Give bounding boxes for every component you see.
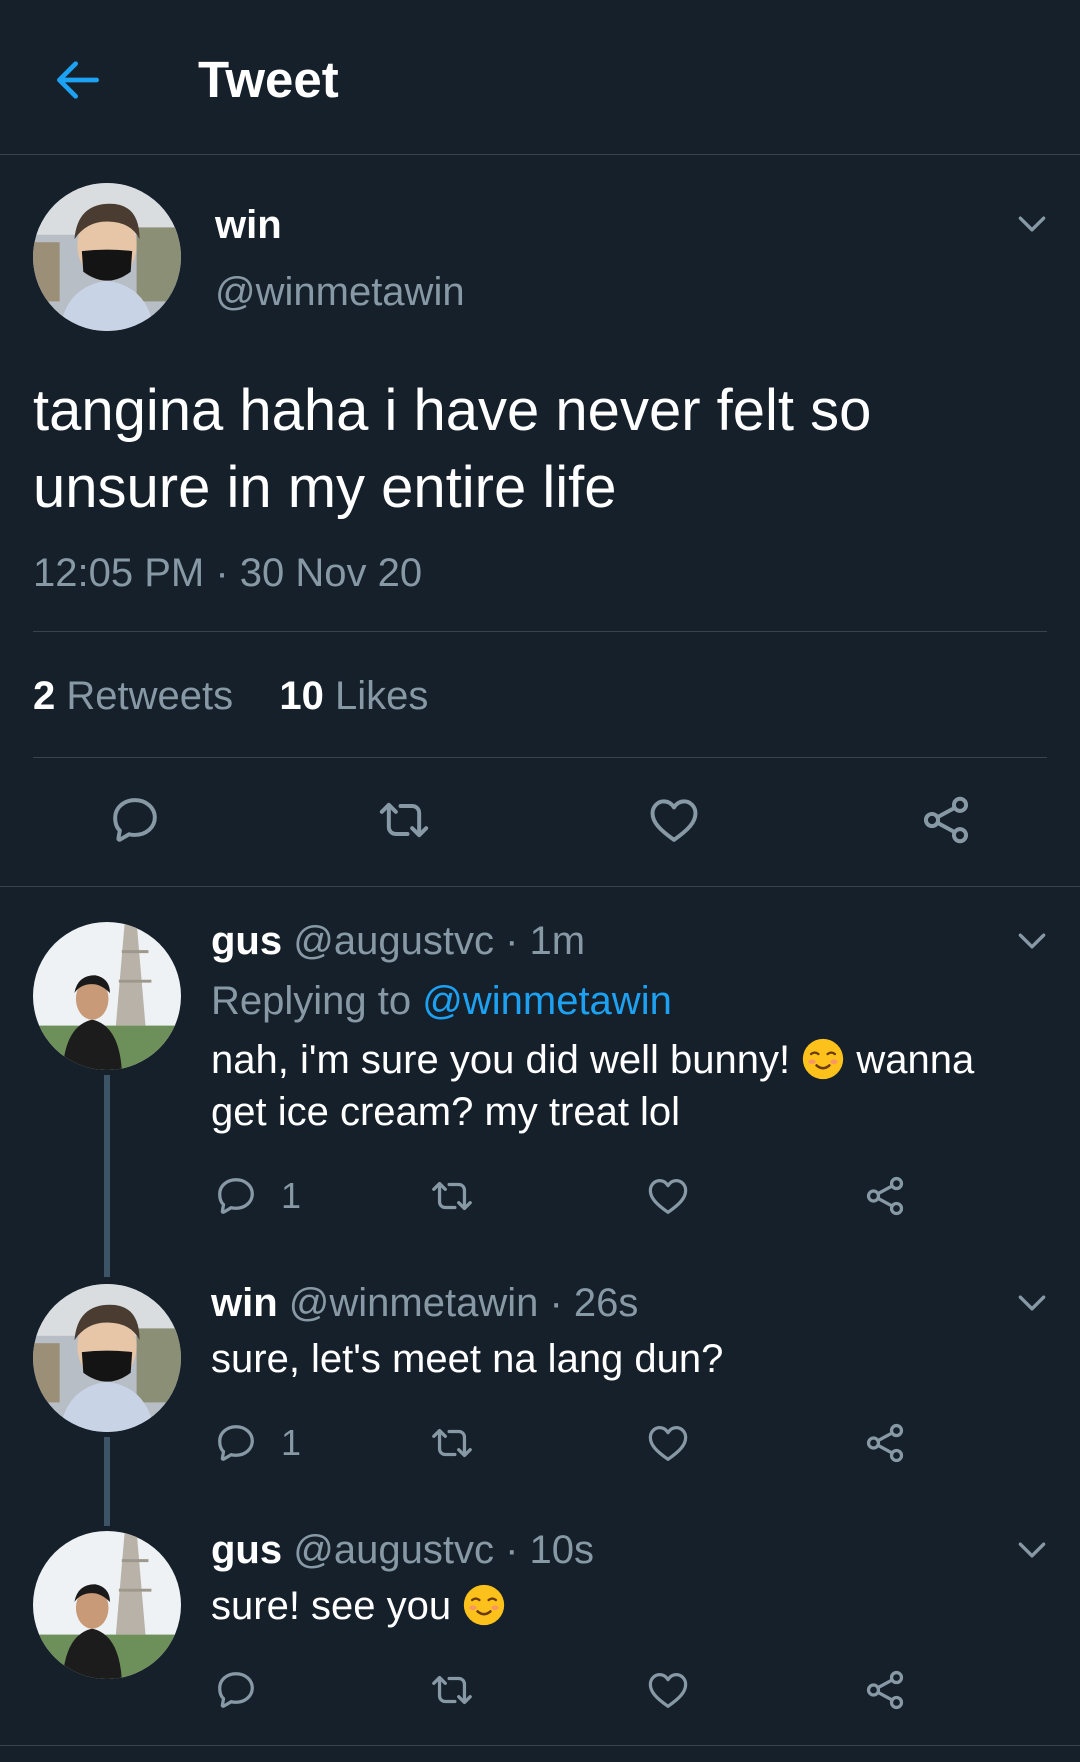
reply-count: 1 xyxy=(281,1175,302,1216)
avatar-image xyxy=(33,1531,181,1679)
back-arrow-icon[interactable] xyxy=(50,52,106,108)
share-icon[interactable] xyxy=(862,1420,908,1466)
reply-header: gus @augustvc · 1m xyxy=(211,916,585,966)
divider xyxy=(0,886,1080,887)
retweet-icon[interactable] xyxy=(429,1420,475,1466)
reply-text-part: nah, i'm sure you did well bunny! xyxy=(211,1038,791,1082)
avatar[interactable] xyxy=(33,1531,181,1679)
tweet-timestamp: 12:05 PM · 30 Nov 20 xyxy=(33,551,423,595)
page-title: Tweet xyxy=(198,51,339,108)
retweets-count[interactable]: 2 xyxy=(33,674,55,718)
reply-time: · 26s xyxy=(549,1281,639,1325)
reply-author-handle[interactable]: @augustvc xyxy=(293,1528,494,1572)
replying-to-line: Replying to @winmetawin xyxy=(211,976,672,1026)
likes-count[interactable]: 10 xyxy=(279,674,324,718)
replying-to-link[interactable]: @winmetawin xyxy=(422,979,672,1023)
divider xyxy=(0,1745,1080,1746)
smiling-face-emoji xyxy=(801,1037,845,1081)
avatar[interactable] xyxy=(33,183,181,331)
chevron-down-icon[interactable] xyxy=(1012,1283,1052,1323)
top-bar: Tweet xyxy=(0,0,1080,155)
retweets-label[interactable]: Retweets xyxy=(66,674,233,718)
reply-icon[interactable] xyxy=(213,1173,259,1219)
like-icon[interactable] xyxy=(645,1173,691,1219)
share-icon[interactable] xyxy=(862,1667,908,1713)
author-name[interactable]: win xyxy=(215,200,282,250)
thread-line xyxy=(104,1437,110,1526)
tweet-text: tangina haha i have never felt so unsure… xyxy=(33,378,872,520)
retweet-icon[interactable] xyxy=(429,1173,475,1219)
reply-author-name[interactable]: gus xyxy=(211,1528,282,1572)
like-icon[interactable] xyxy=(645,1667,691,1713)
author-handle[interactable]: @winmetawin xyxy=(215,267,465,317)
like-icon[interactable] xyxy=(645,1420,691,1466)
reply-text-part: sure! see you xyxy=(211,1584,452,1628)
likes-label[interactable]: Likes xyxy=(335,674,428,718)
retweet-icon[interactable] xyxy=(429,1667,475,1713)
chevron-down-icon[interactable] xyxy=(1012,204,1052,244)
avatar-image xyxy=(33,183,181,331)
reply-text: nah, i'm sure you did well bunny! wanna … xyxy=(211,1034,1031,1138)
reply-icon[interactable] xyxy=(107,792,163,848)
reply-icon[interactable] xyxy=(213,1667,259,1713)
reply-author-handle[interactable]: @augustvc xyxy=(293,919,494,963)
divider xyxy=(33,631,1047,632)
reply-author-name[interactable]: gus xyxy=(211,919,282,963)
reply-count: 1 xyxy=(281,1422,302,1463)
share-icon[interactable] xyxy=(918,792,974,848)
smiling-face-emoji xyxy=(462,1583,506,1627)
reply-icon[interactable] xyxy=(213,1420,259,1466)
avatar[interactable] xyxy=(33,1284,181,1432)
reply-time: · 1m xyxy=(505,919,586,963)
chevron-down-icon[interactable] xyxy=(1012,921,1052,961)
reply-header: gus @augustvc · 10s xyxy=(211,1525,594,1575)
thread-line xyxy=(104,1075,110,1277)
avatar-image xyxy=(33,1284,181,1432)
replying-to-label: Replying to xyxy=(211,979,412,1023)
divider xyxy=(33,757,1047,758)
reply-header: win @winmetawin · 26s xyxy=(211,1278,638,1328)
avatar[interactable] xyxy=(33,922,181,1070)
chevron-down-icon[interactable] xyxy=(1012,1530,1052,1570)
reply-author-handle[interactable]: @winmetawin xyxy=(289,1281,539,1325)
reply-text: sure! see you xyxy=(211,1580,1031,1632)
avatar-image xyxy=(33,922,181,1070)
like-icon[interactable] xyxy=(646,792,702,848)
reply-author-name[interactable]: win xyxy=(211,1281,278,1325)
retweet-icon[interactable] xyxy=(376,792,432,848)
share-icon[interactable] xyxy=(862,1173,908,1219)
tweet-stats: 2 Retweets 10 Likes xyxy=(33,671,428,721)
reply-time: · 10s xyxy=(505,1528,595,1572)
reply-text: sure, let's meet na lang dun? xyxy=(211,1337,724,1381)
